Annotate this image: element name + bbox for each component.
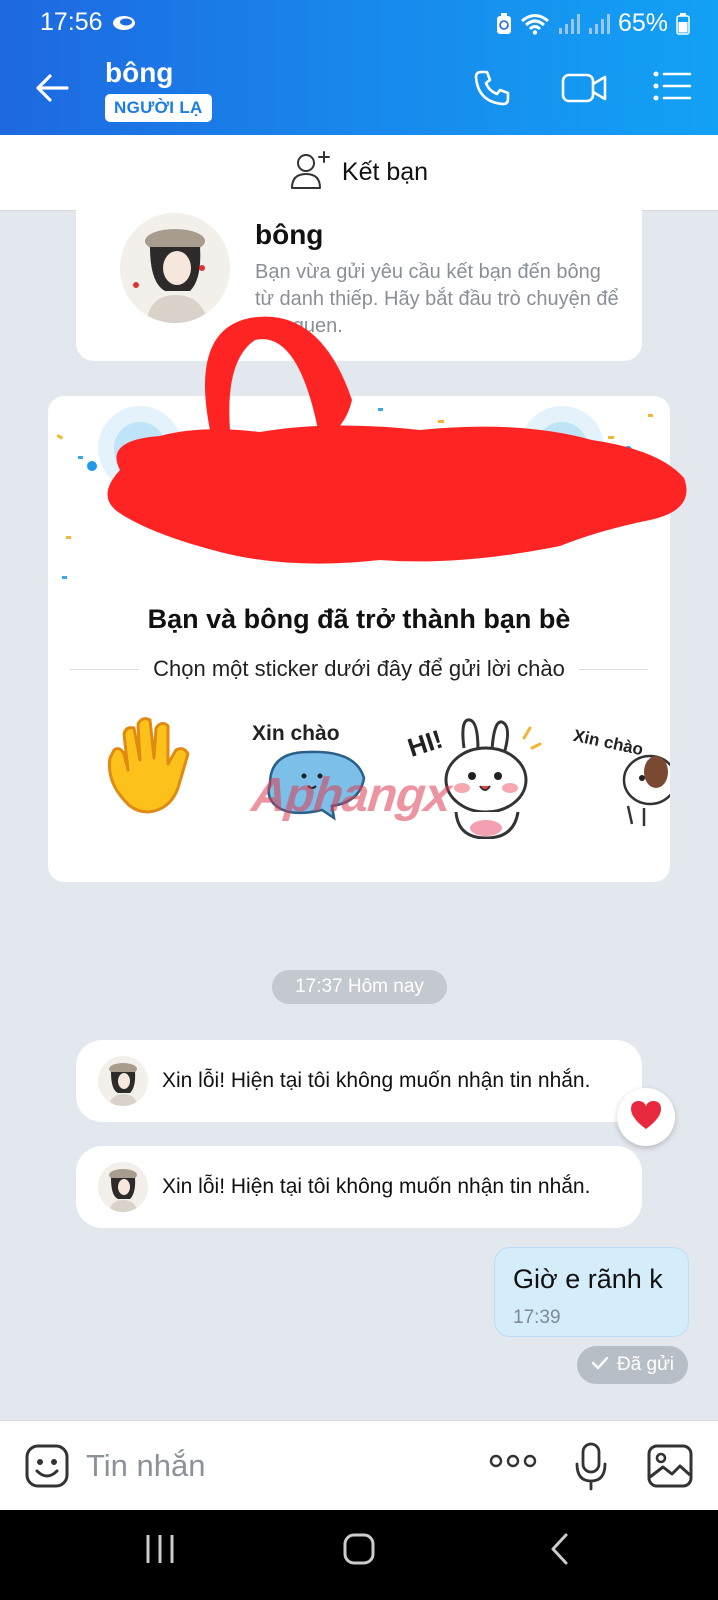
system-back-button[interactable] bbox=[548, 1532, 572, 1571]
video-call-button[interactable] bbox=[560, 68, 608, 113]
image-icon bbox=[646, 1444, 694, 1493]
message-input[interactable]: Tin nhắn bbox=[86, 1441, 466, 1491]
battery-icon bbox=[676, 12, 690, 35]
bunny-sticker-text: HI! bbox=[406, 724, 446, 763]
battery-percent: 65% bbox=[617, 9, 668, 37]
friend-card-subtitle-row: Chọn một sticker dưới đây để gửi lời chà… bbox=[70, 656, 648, 682]
incoming-message[interactable]: Xin lỗi! Hiện tại tôi không muốn nhận ti… bbox=[76, 1146, 642, 1228]
signal-icon-2 bbox=[588, 13, 610, 35]
home-icon bbox=[342, 1532, 376, 1571]
checkmark-icon bbox=[591, 1354, 609, 1376]
signal-icon bbox=[558, 13, 580, 35]
time-divider: 17:37 Hôm nay bbox=[272, 970, 447, 1004]
sent-status-text: Đã gửi bbox=[616, 1354, 675, 1375]
heart-icon bbox=[629, 1100, 663, 1135]
profile-description: Bạn vừa gửi yêu cầu kết bạn đến bông từ … bbox=[255, 261, 619, 337]
back-button[interactable] bbox=[30, 68, 74, 112]
cat-sticker-text: Xin chào bbox=[252, 722, 340, 745]
message-text: Xin lỗi! Hiện tại tôi không muốn nhận ti… bbox=[162, 1069, 591, 1092]
image-button[interactable] bbox=[646, 1443, 694, 1494]
contact-name[interactable]: bông bbox=[105, 57, 173, 89]
add-friend-label: Kết bạn bbox=[341, 158, 429, 186]
wifi-icon bbox=[520, 13, 550, 35]
confetti-decoration bbox=[56, 406, 653, 579]
recent-apps-icon bbox=[144, 1532, 176, 1571]
stranger-badge: NGƯỜI LẠ bbox=[105, 94, 212, 122]
sent-status-badge: Đã gửi bbox=[577, 1346, 688, 1384]
phone-icon bbox=[472, 68, 512, 113]
back-arrow-icon bbox=[35, 73, 69, 108]
waving-hand-sticker[interactable] bbox=[100, 714, 204, 823]
sticker-smile-icon bbox=[24, 1444, 70, 1493]
avatar[interactable] bbox=[98, 1162, 148, 1212]
watermark: Aphangx bbox=[249, 769, 454, 822]
home-button[interactable] bbox=[342, 1532, 376, 1571]
video-camera-icon bbox=[560, 68, 608, 113]
chevron-left-icon bbox=[548, 1532, 572, 1571]
recent-apps-button[interactable] bbox=[144, 1532, 176, 1571]
voice-message-button[interactable] bbox=[573, 1441, 609, 1496]
reaction-button[interactable] bbox=[617, 1088, 675, 1146]
status-time: 17:56 bbox=[40, 8, 103, 36]
avatar[interactable] bbox=[98, 1056, 148, 1106]
divider bbox=[578, 668, 648, 670]
list-menu-icon bbox=[652, 68, 692, 109]
avatar[interactable] bbox=[120, 213, 230, 323]
message-composer: Tin nhắn bbox=[0, 1420, 718, 1510]
friend-card-title: Bạn và bông đã trở thành bạn bè bbox=[147, 604, 571, 634]
message-text: Giờ e rãnh k bbox=[513, 1264, 663, 1294]
status-bar: 17:56 65% bbox=[0, 0, 718, 46]
message-text: Xin lỗi! Hiện tại tôi không muốn nhận ti… bbox=[162, 1175, 591, 1198]
notification-cloud-icon bbox=[112, 13, 136, 36]
divider bbox=[70, 668, 140, 670]
dog-sticker-text: Xin chào bbox=[572, 726, 645, 759]
message-time: 17:39 bbox=[513, 1307, 561, 1328]
outgoing-message[interactable]: Giờ e rãnh k 17:39 bbox=[494, 1247, 689, 1337]
chat-header: 17:56 65% bông NGƯỜI LẠ bbox=[0, 0, 718, 135]
incoming-message[interactable]: Xin lỗi! Hiện tại tôi không muốn nhận ti… bbox=[76, 1040, 642, 1122]
system-navigation-bar bbox=[0, 1510, 718, 1600]
sticker-button[interactable] bbox=[24, 1443, 70, 1494]
profile-card: bông Bạn vừa gửi yêu cầu kết bạn đến bôn… bbox=[76, 195, 642, 361]
more-options-button[interactable] bbox=[488, 1451, 538, 1476]
battery-saver-icon bbox=[496, 12, 512, 35]
chat-options-button[interactable] bbox=[652, 68, 692, 109]
voice-call-button[interactable] bbox=[472, 68, 512, 113]
add-user-icon bbox=[290, 150, 332, 195]
dog-sticker[interactable]: Xin chào bbox=[570, 714, 670, 839]
microphone-icon bbox=[573, 1442, 609, 1495]
more-dots-icon bbox=[488, 1454, 538, 1475]
status-right: 65% bbox=[496, 9, 690, 38]
friend-card-subtitle: Chọn một sticker dưới đây để gửi lời chà… bbox=[153, 656, 565, 681]
profile-name: bông bbox=[255, 219, 324, 250]
